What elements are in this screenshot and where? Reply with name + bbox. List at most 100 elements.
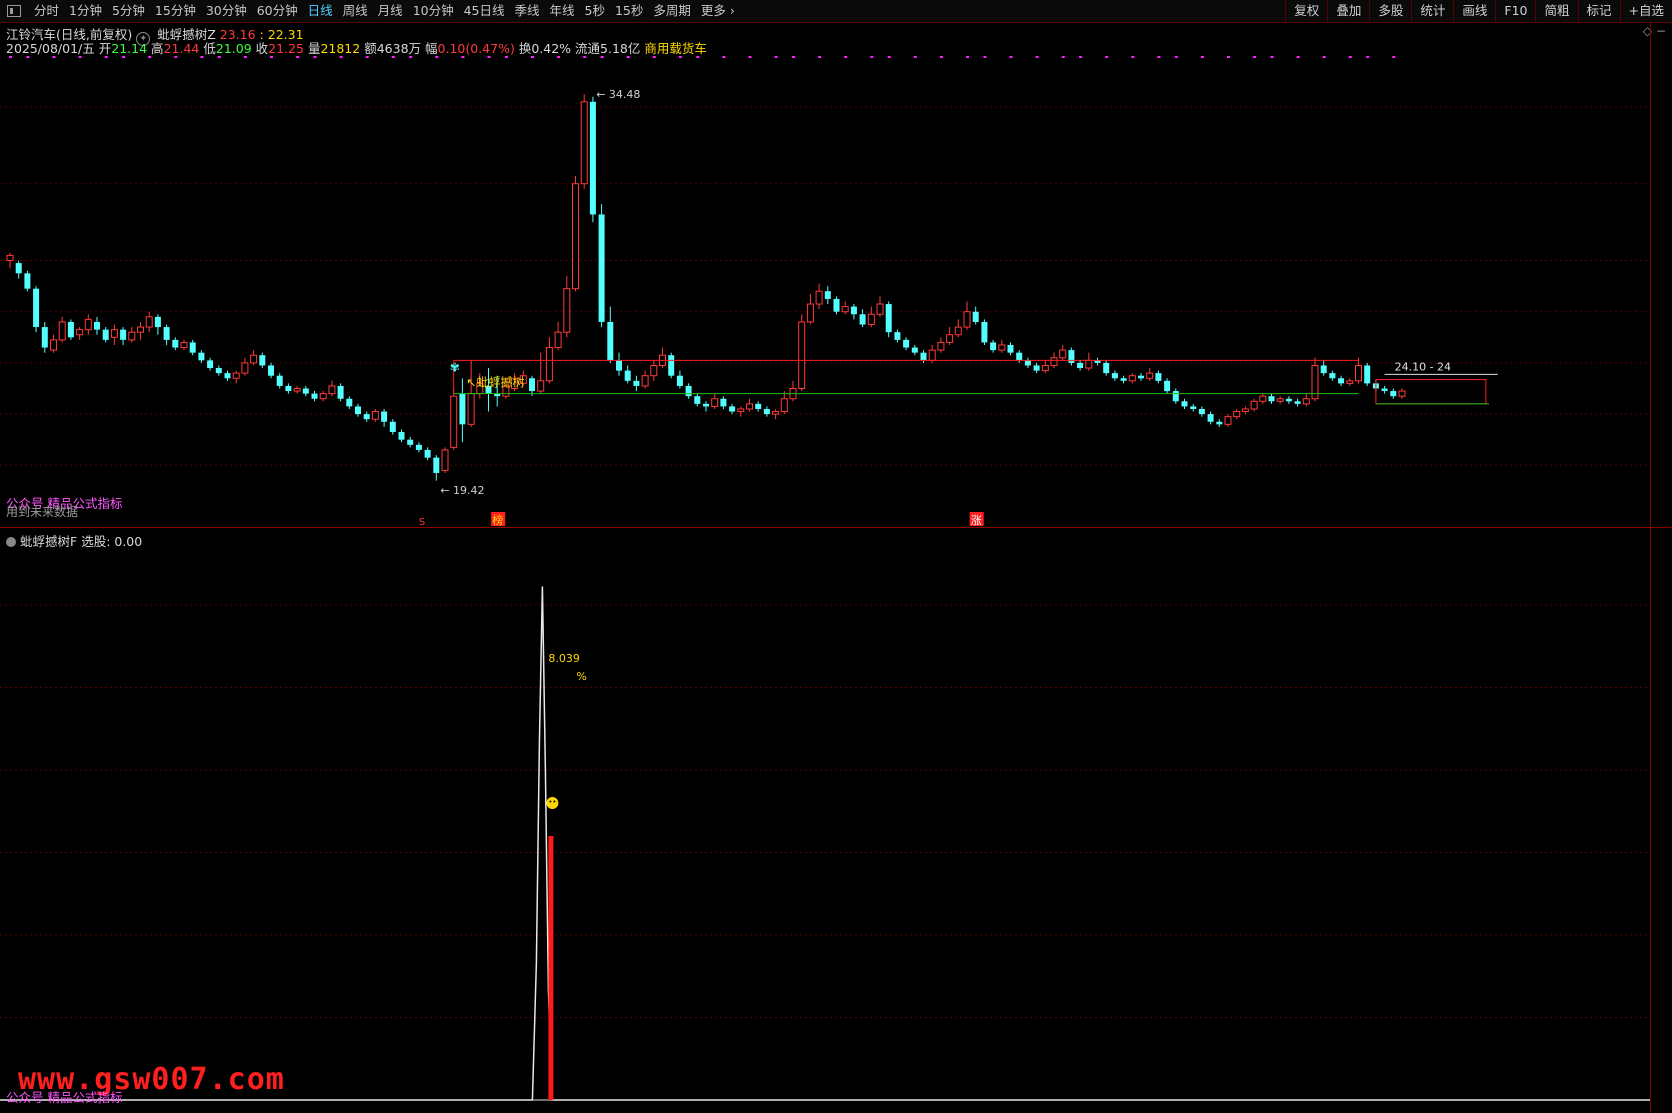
candle-body-141 [1233, 411, 1241, 418]
candle-body-87 [763, 408, 770, 415]
period-tab-1[interactable]: 1分钟 [64, 0, 107, 22]
panel-divider[interactable] [0, 527, 1672, 528]
candle-body-53 [467, 393, 475, 425]
signal-dot-88 [774, 56, 778, 58]
candle-body-45 [398, 432, 405, 440]
tool-button-4[interactable]: 画线 [1453, 0, 1495, 22]
candle-body-71 [624, 370, 631, 381]
candle-body-156 [1364, 365, 1371, 384]
signal-dot-93 [818, 56, 822, 58]
candle-body-144 [1259, 395, 1267, 402]
candle-body-5 [50, 339, 57, 351]
panel-toggle-icon[interactable] [7, 5, 21, 17]
signal-dot-115 [1009, 56, 1013, 58]
candle-body-114 [998, 344, 1006, 351]
tool-button-8[interactable]: +自选 [1619, 0, 1672, 22]
low-price-label: ← 19.42 [440, 484, 484, 497]
candle-body-17 [154, 316, 161, 328]
period-tab-7[interactable]: 周线 [338, 0, 373, 22]
signal-dot-134 [1174, 56, 1178, 58]
candle-body-24 [215, 368, 222, 374]
candle-body-110 [963, 311, 971, 328]
candle-body-149 [1302, 398, 1310, 405]
butterfly-icon: ✾ [450, 360, 460, 374]
period-tab-13[interactable]: 5秒 [580, 0, 610, 22]
candle-body-0 [6, 254, 14, 262]
signal-dot-145 [1270, 56, 1274, 58]
candle-body-99 [867, 313, 875, 326]
candle-body-9 [84, 318, 92, 331]
candle-body-47 [415, 444, 422, 450]
tool-button-1[interactable]: 叠加 [1327, 0, 1369, 22]
period-tab-15[interactable]: 多周期 [648, 0, 696, 22]
candle-body-19 [172, 339, 179, 348]
signal-dot-112 [983, 56, 987, 58]
signal-dot-82 [722, 56, 726, 58]
period-tab-6[interactable]: 日线 [303, 0, 338, 22]
candle-body-128 [1120, 378, 1127, 381]
signal-dot-27 [243, 56, 247, 58]
high-label: 高 [151, 41, 164, 56]
candle-body-14 [128, 331, 136, 341]
signal-dot-79 [696, 56, 700, 58]
signal-dot-49 [435, 56, 439, 58]
candle-body-147 [1285, 398, 1292, 402]
candle-body-32 [285, 385, 292, 392]
candle-body-65 [572, 183, 579, 290]
candle-body-60 [529, 378, 535, 392]
candle-body-28 [250, 354, 258, 364]
period-tab-5[interactable]: 60分钟 [252, 0, 303, 22]
indicator-chart[interactable]: 8.039% [0, 530, 1650, 1113]
tool-button-0[interactable]: 复权 [1285, 0, 1327, 22]
period-tab-0[interactable]: 分时 [29, 0, 64, 22]
candle-body-16 [145, 316, 153, 328]
period-tab-16[interactable]: 更多 › [696, 0, 740, 22]
candle-body-72 [633, 380, 640, 386]
signal-dot-55 [487, 56, 491, 58]
signal-dot-44 [391, 56, 395, 58]
float-value: 5.18亿 [600, 41, 641, 56]
candle-body-40 [355, 406, 361, 415]
candle-body-3 [33, 288, 40, 328]
ohlc-line: 2025/08/01/五 开21.14 高21.44 低21.09 收21.25… [6, 38, 707, 57]
signal-dot-30 [270, 56, 273, 58]
period-tab-14[interactable]: 15秒 [610, 0, 648, 22]
signal-dot-63 [557, 56, 561, 58]
period-tab-3[interactable]: 15分钟 [150, 0, 201, 22]
period-tab-8[interactable]: 月线 [373, 0, 408, 22]
period-tab-12[interactable]: 年线 [545, 0, 580, 22]
signal-dot-33 [296, 56, 300, 58]
tool-button-5[interactable]: F10 [1495, 0, 1535, 22]
candle-body-88 [772, 411, 780, 415]
tool-button-3[interactable]: 统计 [1411, 0, 1453, 22]
signal-dot-24 [217, 56, 221, 58]
peak-unit-label: % [576, 670, 586, 683]
candle-body-30 [268, 365, 274, 376]
price-chart[interactable]: ← 34.48 ← 19.42 ↖蚍蜉撼树 ✾ 24.10 - 24 S 榜 涨 [0, 56, 1650, 526]
marker-zhang: 涨 [971, 514, 982, 526]
signal-dot-68 [600, 56, 604, 58]
candle-body-43 [381, 411, 388, 422]
period-tab-2[interactable]: 5分钟 [107, 0, 150, 22]
tool-button-2[interactable]: 多股 [1369, 0, 1411, 22]
sector-tag[interactable]: 商用载货车 [644, 41, 707, 56]
period-tab-4[interactable]: 30分钟 [201, 0, 252, 22]
period-tab-9[interactable]: 10分钟 [408, 0, 459, 22]
price-axis[interactable] [1650, 22, 1672, 1113]
candle-body-49 [433, 457, 440, 473]
period-tab-11[interactable]: 季线 [510, 0, 545, 22]
candle-body-93 [815, 290, 823, 305]
candle-body-63 [554, 331, 562, 349]
period-tab-10[interactable]: 45日线 [459, 0, 510, 22]
chg-label: 幅 [425, 41, 438, 56]
candle-body-67 [589, 101, 596, 215]
signal-dot-132 [1157, 56, 1161, 58]
candle-body-116 [1016, 352, 1023, 361]
tool-button-6[interactable]: 简粗 [1535, 0, 1577, 22]
signal-dot-104 [913, 56, 917, 58]
candle-body-94 [824, 291, 831, 299]
signal-dot-90 [792, 56, 795, 58]
period-toolbar: 分时 1分钟 5分钟 15分钟 30分钟 60分钟 日线 周线 月线 10分钟 45日线 季线 年线 5秒… [0, 0, 1672, 23]
tool-button-7[interactable]: 标记 [1577, 0, 1620, 22]
candle-body-127 [1111, 373, 1118, 379]
